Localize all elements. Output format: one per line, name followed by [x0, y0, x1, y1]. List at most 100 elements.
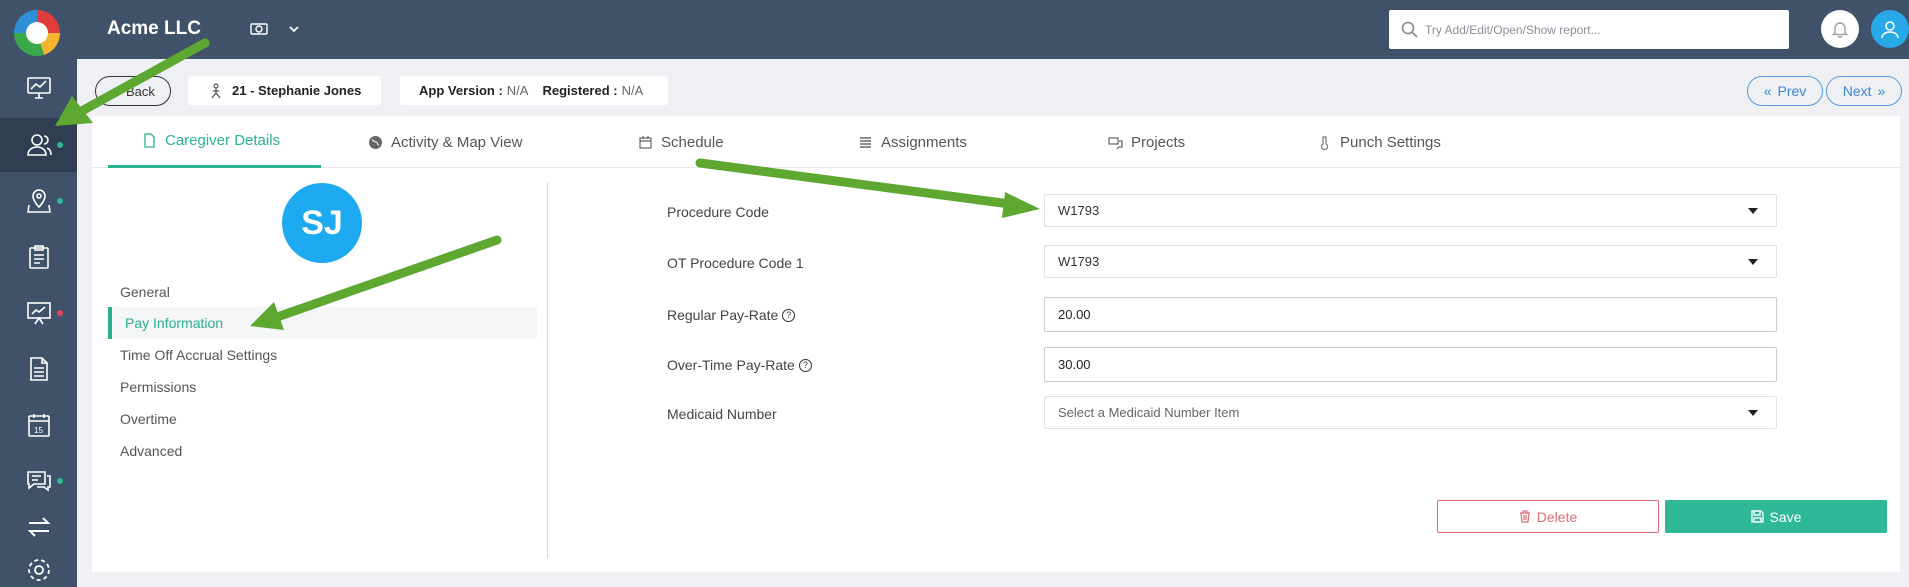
registered-label: Registered : [542, 83, 618, 98]
tab-label: Schedule [661, 133, 724, 151]
menu-item-permissions[interactable]: Permissions [92, 371, 537, 403]
back-button[interactable]: Back [95, 76, 171, 106]
tab-label: Assignments [881, 133, 967, 151]
trash-icon [1519, 510, 1530, 523]
tab-caregiver-details[interactable]: Caregiver Details [108, 116, 321, 168]
document-icon [144, 133, 155, 148]
avatar: SJ [282, 183, 362, 263]
menu-item-pay-information[interactable]: Pay Information [108, 307, 537, 339]
sidebar-item-documents[interactable] [0, 342, 77, 396]
money-icon[interactable] [249, 19, 269, 39]
swap-arrows-icon [27, 517, 50, 537]
sidebar-item-caregivers[interactable] [0, 118, 77, 172]
search-input[interactable] [1425, 10, 1780, 49]
caret-down-icon [1748, 259, 1758, 265]
tab-label: Projects [1131, 133, 1186, 151]
company-name[interactable]: Acme LLC [107, 18, 201, 40]
menu-item-general[interactable]: General [92, 276, 537, 308]
thermometer-icon [1320, 135, 1329, 150]
top-bar: Acme LLC [77, 0, 1909, 59]
user-icon [1881, 21, 1899, 39]
presentation-chart-icon [26, 302, 51, 325]
search-icon [1401, 21, 1418, 38]
overtime-pay-rate-input[interactable] [1044, 347, 1777, 382]
select-placeholder: Select a Medicaid Number Item [1058, 405, 1240, 420]
delete-button[interactable]: Delete [1437, 500, 1659, 533]
document-icon [29, 357, 48, 381]
svg-text:15: 15 [34, 426, 43, 435]
tab-activity-map-view[interactable]: Activity & Map View [368, 116, 522, 168]
save-button[interactable]: Save [1665, 500, 1887, 533]
procedure-code-select[interactable]: W1793 [1044, 194, 1777, 227]
settings-gear-icon [27, 559, 50, 581]
status-dot [57, 478, 63, 484]
calendar-icon: 15 [27, 414, 50, 437]
regular-pay-rate-input[interactable] [1044, 297, 1777, 332]
status-dot [57, 310, 63, 316]
sidebar-item-calendar[interactable]: 15 [0, 398, 77, 452]
caret-down-icon [1748, 410, 1758, 416]
clipboard-icon [28, 245, 49, 269]
sidebar: 15 [0, 0, 77, 587]
ot-procedure-code-label: OT Procedure Code 1 [667, 255, 804, 271]
label-text: OT Procedure Code 1 [667, 255, 804, 271]
app-version-value: N/A [506, 83, 529, 98]
tab-assignments[interactable]: Assignments [858, 116, 967, 168]
person-icon [211, 82, 221, 98]
menu-item-overtime[interactable]: Overtime [92, 403, 537, 435]
prev-label: Prev [1777, 83, 1807, 99]
chat-bubbles-icon [1108, 136, 1123, 149]
tab-projects[interactable]: Projects [1108, 116, 1185, 168]
sidebar-item-dashboard[interactable] [0, 61, 77, 115]
chat-icon [26, 471, 51, 492]
tab-label: Activity & Map View [391, 133, 523, 151]
chevron-down-icon[interactable] [287, 22, 301, 36]
app-logo[interactable] [14, 10, 60, 56]
menu-item-advanced[interactable]: Advanced [92, 435, 537, 467]
calendar-icon [639, 135, 652, 149]
next-label: Next [1842, 83, 1872, 99]
notifications-button[interactable] [1821, 10, 1859, 48]
sidebar-item-settings[interactable] [0, 550, 77, 587]
ot-procedure-code-select[interactable]: W1793 [1044, 245, 1777, 278]
double-chevron-left-icon: « [1763, 83, 1772, 99]
status-dot [57, 198, 63, 204]
search-box [1389, 10, 1789, 49]
users-icon [26, 134, 52, 156]
label-text: Medicaid Number [667, 406, 777, 422]
prev-button[interactable]: « Prev [1747, 76, 1823, 106]
divider [547, 182, 548, 558]
caregiver-name: 21 - Stephanie Jones [232, 83, 362, 98]
save-label: Save [1769, 508, 1802, 525]
sidebar-item-reports[interactable] [0, 286, 77, 340]
menu-item-time-off-accrual[interactable]: Time Off Accrual Settings [92, 339, 537, 371]
sidebar-item-clipboard[interactable] [0, 230, 77, 284]
help-icon[interactable]: ? [782, 308, 796, 322]
next-button[interactable]: Next » [1826, 76, 1902, 106]
bell-icon [1831, 22, 1849, 38]
tab-label: Punch Settings [1340, 133, 1441, 151]
tab-schedule[interactable]: Schedule [638, 116, 724, 168]
sidebar-item-transfer[interactable] [0, 500, 77, 554]
select-value: W1793 [1058, 254, 1100, 269]
chart-monitor-icon [26, 77, 51, 99]
medicaid-number-select[interactable]: Select a Medicaid Number Item [1044, 396, 1777, 429]
double-chevron-right-icon: » [1877, 83, 1886, 99]
procedure-code-label: Procedure Code [667, 204, 769, 220]
caret-down-icon [1748, 208, 1758, 214]
list-icon [860, 136, 871, 148]
map-pin-icon [26, 189, 51, 213]
globe-icon [369, 135, 382, 149]
help-icon[interactable]: ? [798, 358, 812, 372]
label-text: Procedure Code [667, 204, 769, 220]
app-version-label: App Version : [419, 83, 503, 98]
tab-punch-settings[interactable]: Punch Settings [1317, 116, 1441, 168]
sidebar-item-map[interactable] [0, 174, 77, 228]
user-profile-button[interactable] [1871, 10, 1909, 48]
tab-bar: Caregiver Details Activity & Map View Sc… [92, 116, 1900, 168]
delete-label: Delete [1536, 508, 1578, 525]
label-text: Regular Pay-Rate [667, 307, 779, 323]
caregiver-card: Caregiver Details Activity & Map View Sc… [92, 116, 1900, 572]
app-info-pill: App Version : N/A Registered : N/A [400, 76, 668, 105]
save-icon [1750, 510, 1764, 523]
